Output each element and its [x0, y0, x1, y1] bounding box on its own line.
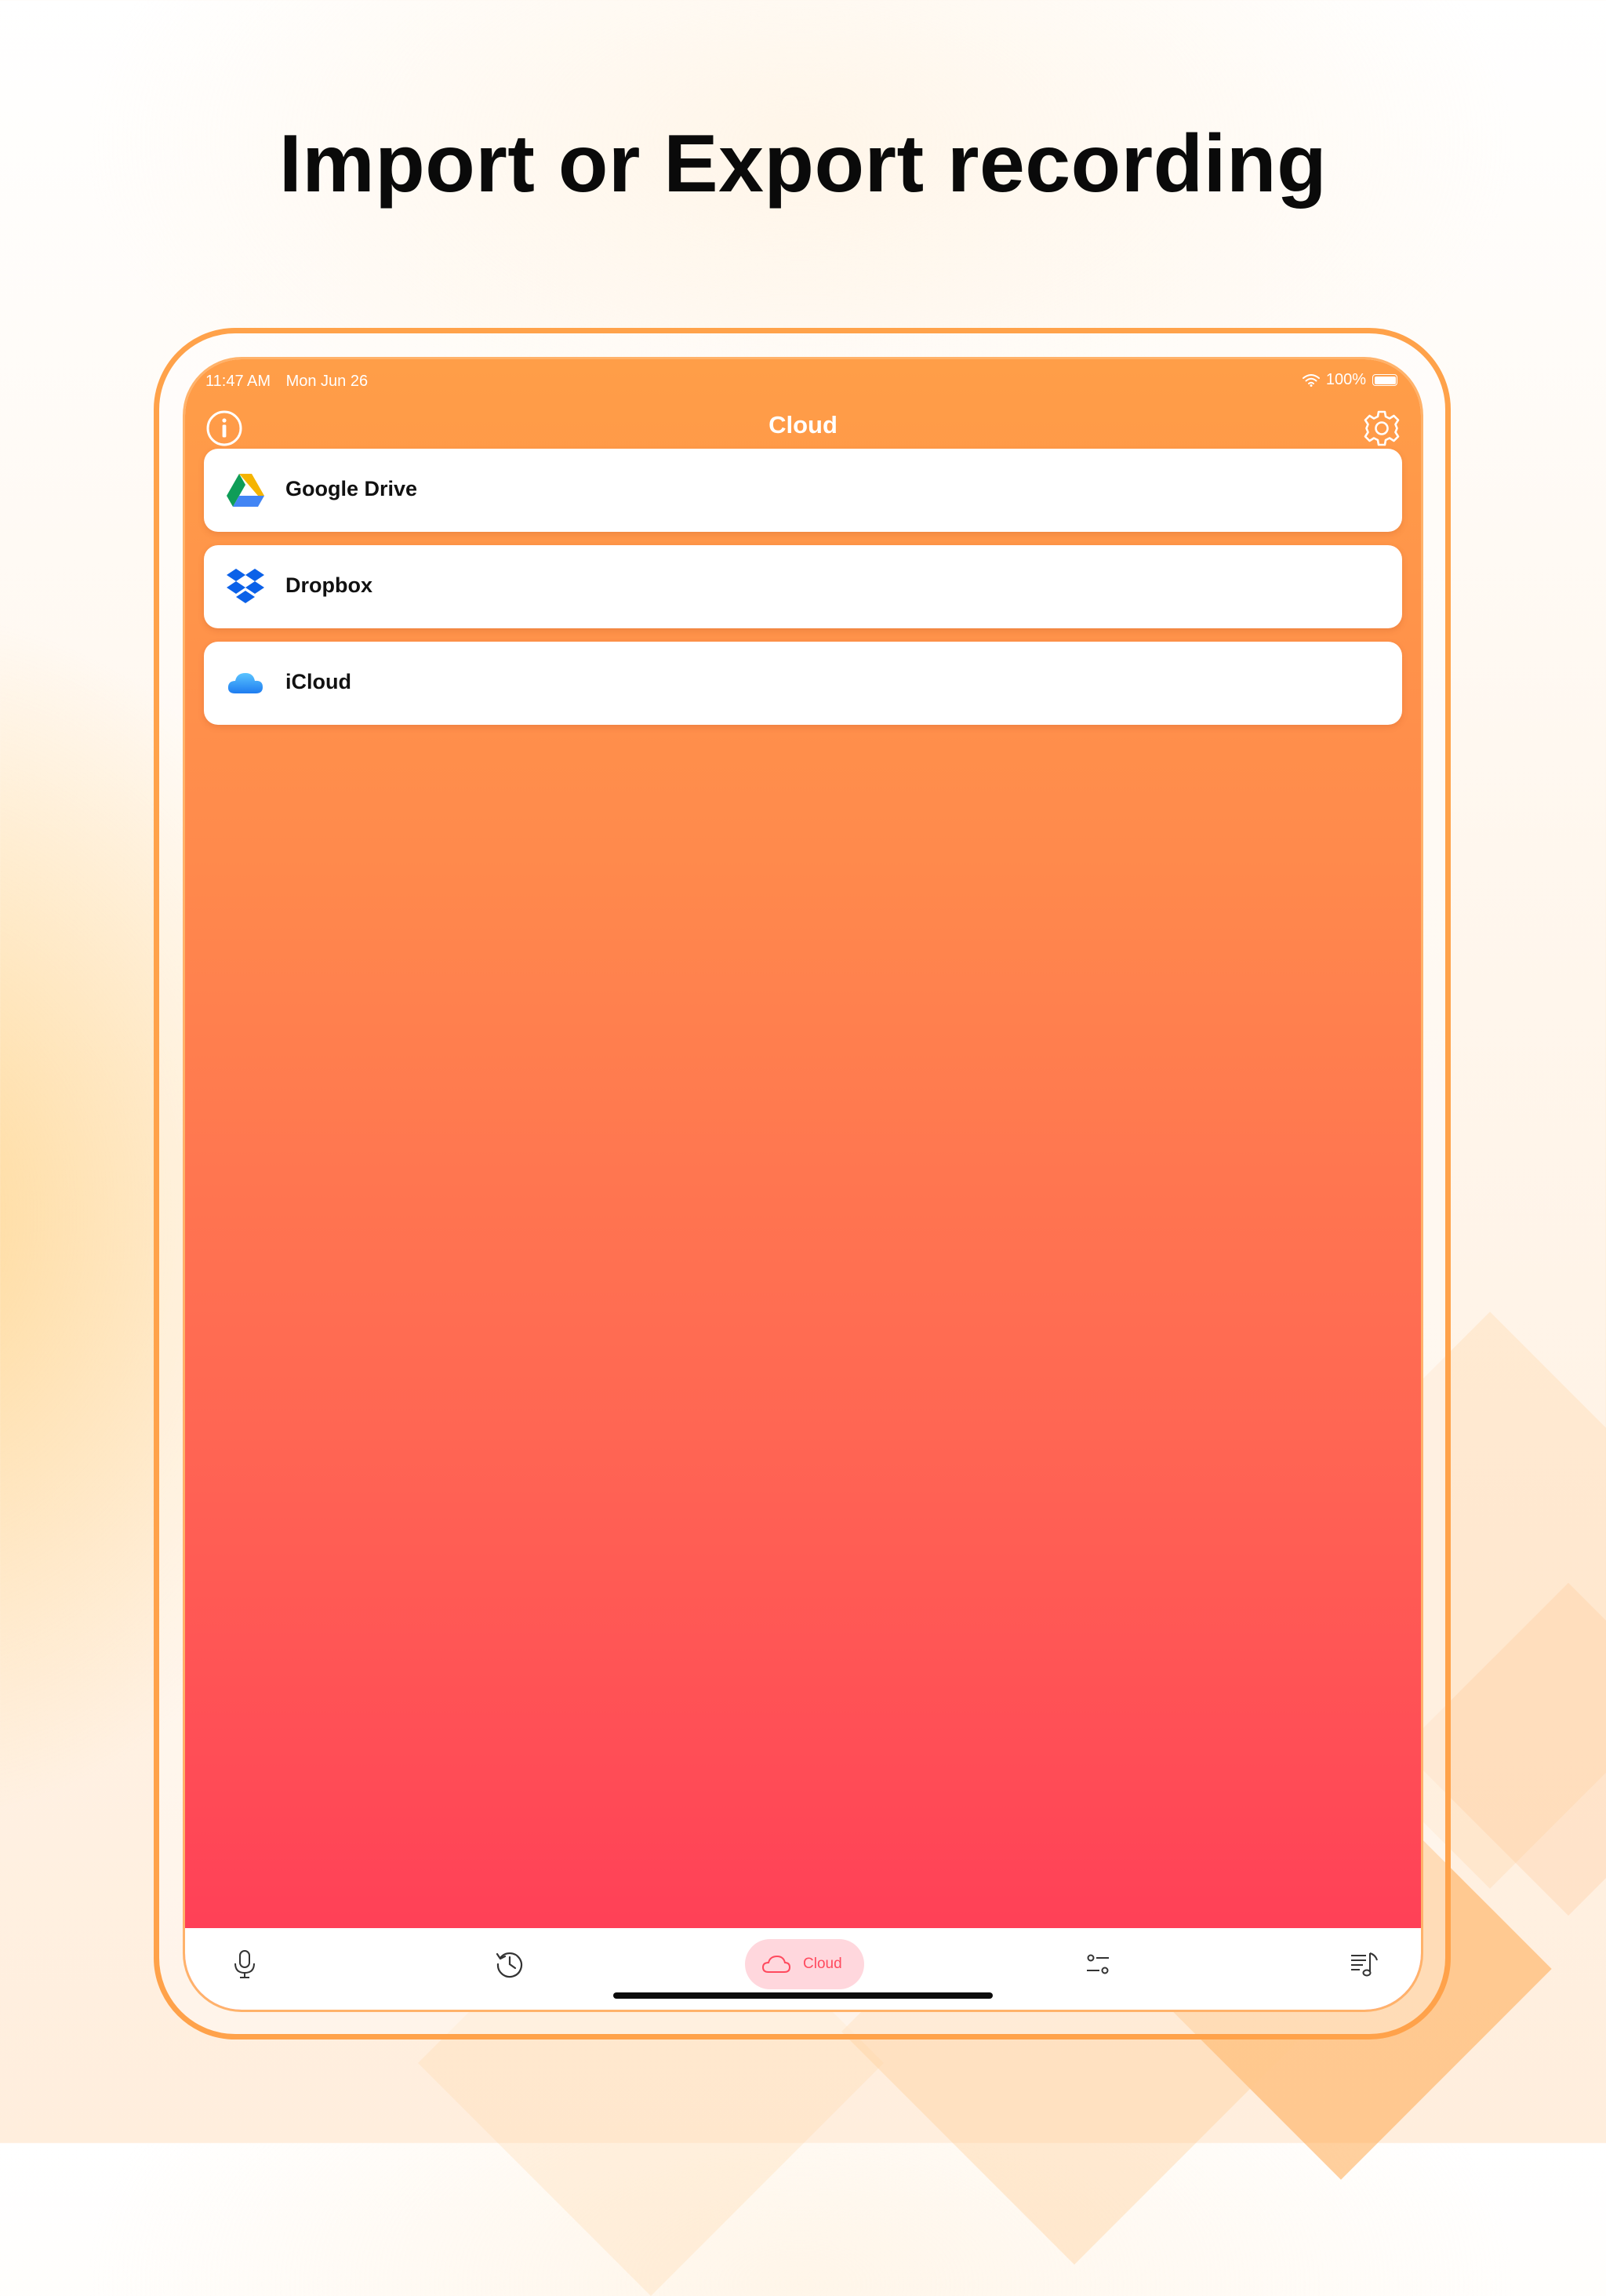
icloud-icon: [227, 673, 263, 693]
cloud-icon: [761, 1955, 791, 1973]
battery-icon: [1372, 374, 1397, 386]
nav-bar: Cloud: [185, 397, 1421, 457]
tab-record[interactable]: [210, 1939, 279, 1989]
app-screen: 11:47 AM Mon Jun 26 100% Cloud Google Dr…: [185, 359, 1421, 2010]
tab-bar: Cloud: [185, 1928, 1421, 2010]
tab-adjustments[interactable]: [1063, 1939, 1132, 1989]
tab-history[interactable]: [475, 1939, 544, 1989]
service-row-dropbox[interactable]: Dropbox: [204, 545, 1402, 628]
home-indicator: [613, 1992, 993, 1999]
microphone-icon: [234, 1950, 255, 1978]
gear-icon[interactable]: [1361, 408, 1402, 449]
headline: Import or Export recording: [278, 118, 1328, 209]
sliders-icon: [1087, 1954, 1109, 1974]
battery-percent: 100%: [1325, 371, 1366, 388]
tab-cloud[interactable]: Cloud: [745, 1939, 864, 1989]
tab-cloud-label: Cloud: [803, 1956, 842, 1972]
service-row-google-drive[interactable]: Google Drive: [204, 449, 1402, 532]
history-icon: [496, 1952, 523, 1978]
status-time: 11:47 AM: [205, 373, 271, 390]
playlist-music-icon: [1351, 1952, 1378, 1977]
service-label: Google Drive: [285, 477, 418, 500]
service-label: iCloud: [285, 670, 351, 693]
status-bar: 11:47 AM Mon Jun 26 100%: [185, 366, 1421, 397]
service-label: Dropbox: [285, 573, 372, 597]
status-date: Mon Jun 26: [285, 373, 369, 390]
dropbox-icon: [227, 569, 264, 603]
page-title: Cloud: [768, 411, 838, 438]
tab-playlist[interactable]: [1330, 1939, 1399, 1989]
wifi-icon: [1302, 373, 1320, 387]
google-drive-icon: [227, 474, 264, 507]
service-row-icloud[interactable]: iCloud: [204, 642, 1402, 725]
